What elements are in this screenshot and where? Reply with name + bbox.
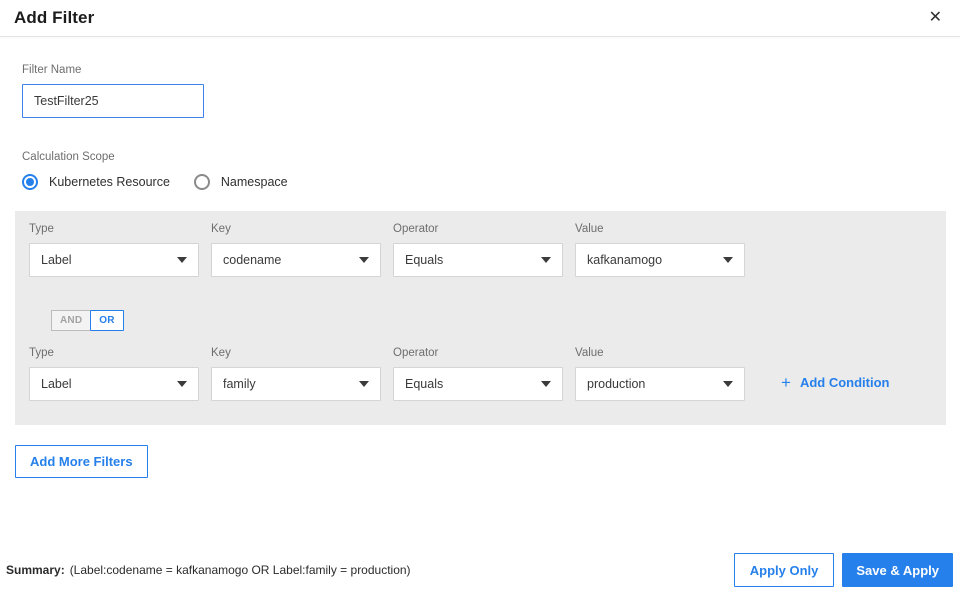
summary: Summary: (Label:codename = kafkanamogo OR… (6, 563, 411, 577)
type-label: Type (29, 223, 54, 235)
add-condition-label: Add Condition (799, 375, 890, 390)
key-select[interactable]: codename (211, 243, 381, 277)
filter-name-label: Filter Name (22, 64, 82, 76)
key-select[interactable]: family (211, 367, 381, 401)
type-select-value: Label (41, 377, 72, 391)
chevron-down-icon (723, 257, 733, 263)
close-icon: ✕ (928, 9, 942, 26)
key-select-value: codename (223, 253, 282, 267)
type-label: Type (29, 347, 54, 359)
footer-buttons: Apply Only Save & Apply (733, 553, 953, 587)
value-select-value: production (587, 377, 646, 391)
chevron-down-icon (723, 381, 733, 387)
value-label: Value (575, 347, 604, 359)
summary-label: Summary: (6, 563, 65, 577)
chevron-down-icon (177, 381, 187, 387)
close-button[interactable]: ✕ (925, 8, 946, 28)
operator-select[interactable]: Equals (393, 367, 563, 401)
modal-content: Filter Name Calculation Scope Kubernetes… (0, 64, 960, 190)
radio-option-namespace[interactable]: Namespace (193, 174, 288, 190)
conditions-panel: Type Label Key codename Operator Equals (15, 211, 946, 425)
calculation-scope-label: Calculation Scope (22, 151, 115, 163)
save-and-apply-button[interactable]: Save & Apply (842, 553, 953, 587)
condition-field-key: Key codename (211, 223, 381, 277)
type-select-value: Label (41, 253, 72, 267)
condition-field-value: Value production (575, 347, 745, 401)
logic-toggle: AND OR (51, 310, 124, 331)
operator-select-value: Equals (405, 377, 444, 391)
add-filter-modal: Add Filter ✕ Filter Name Calculation Sco… (0, 0, 960, 595)
operator-select-value: Equals (405, 253, 444, 267)
key-label: Key (211, 347, 231, 359)
value-select[interactable]: production (575, 367, 745, 401)
type-select[interactable]: Label (29, 243, 199, 277)
plus-icon: + (781, 373, 791, 392)
key-label: Key (211, 223, 231, 235)
operator-select[interactable]: Equals (393, 243, 563, 277)
add-more-filters-button[interactable]: Add More Filters (15, 445, 148, 478)
operator-label: Operator (393, 223, 439, 235)
key-select-value: family (223, 377, 256, 391)
add-condition-button[interactable]: + Add Condition (781, 374, 889, 391)
condition-field-key: Key family (211, 347, 381, 401)
chevron-down-icon (541, 381, 551, 387)
summary-text: (Label:codename = kafkanamogo OR Label:f… (69, 563, 411, 577)
modal-header: Add Filter ✕ (0, 0, 960, 37)
condition-field-operator: Operator Equals (393, 347, 563, 401)
value-label: Value (575, 223, 604, 235)
value-select[interactable]: kafkanamogo (575, 243, 745, 277)
condition-field-type: Type Label (29, 223, 199, 277)
condition-field-operator: Operator Equals (393, 223, 563, 277)
radio-option-label: Namespace (220, 175, 288, 189)
radio-option-label: Kubernetes Resource (49, 175, 170, 189)
chevron-down-icon (359, 381, 369, 387)
calculation-scope-options: Kubernetes Resource Namespace (22, 174, 960, 190)
modal-footer: Summary: (Label:codename = kafkanamogo OR… (0, 553, 960, 587)
condition-field-type: Type Label (29, 347, 199, 401)
condition-row-1: Type Label Key codename Operator Equals (29, 223, 946, 277)
radio-selected-icon (22, 174, 38, 190)
filter-name-input[interactable] (22, 84, 204, 118)
apply-only-button[interactable]: Apply Only (733, 553, 835, 587)
value-select-value: kafkanamogo (587, 253, 663, 267)
chevron-down-icon (177, 257, 187, 263)
or-toggle-button[interactable]: OR (90, 310, 124, 331)
chevron-down-icon (359, 257, 369, 263)
type-select[interactable]: Label (29, 367, 199, 401)
radio-option-kubernetes-resource[interactable]: Kubernetes Resource (22, 174, 170, 190)
page-title: Add Filter (14, 8, 95, 27)
operator-label: Operator (393, 347, 439, 359)
and-toggle-button[interactable]: AND (51, 310, 92, 331)
condition-row-2: Type Label Key family Operator Equals Va… (29, 347, 946, 401)
chevron-down-icon (541, 257, 551, 263)
condition-field-value: Value kafkanamogo (575, 223, 745, 277)
radio-unselected-icon (193, 174, 210, 190)
